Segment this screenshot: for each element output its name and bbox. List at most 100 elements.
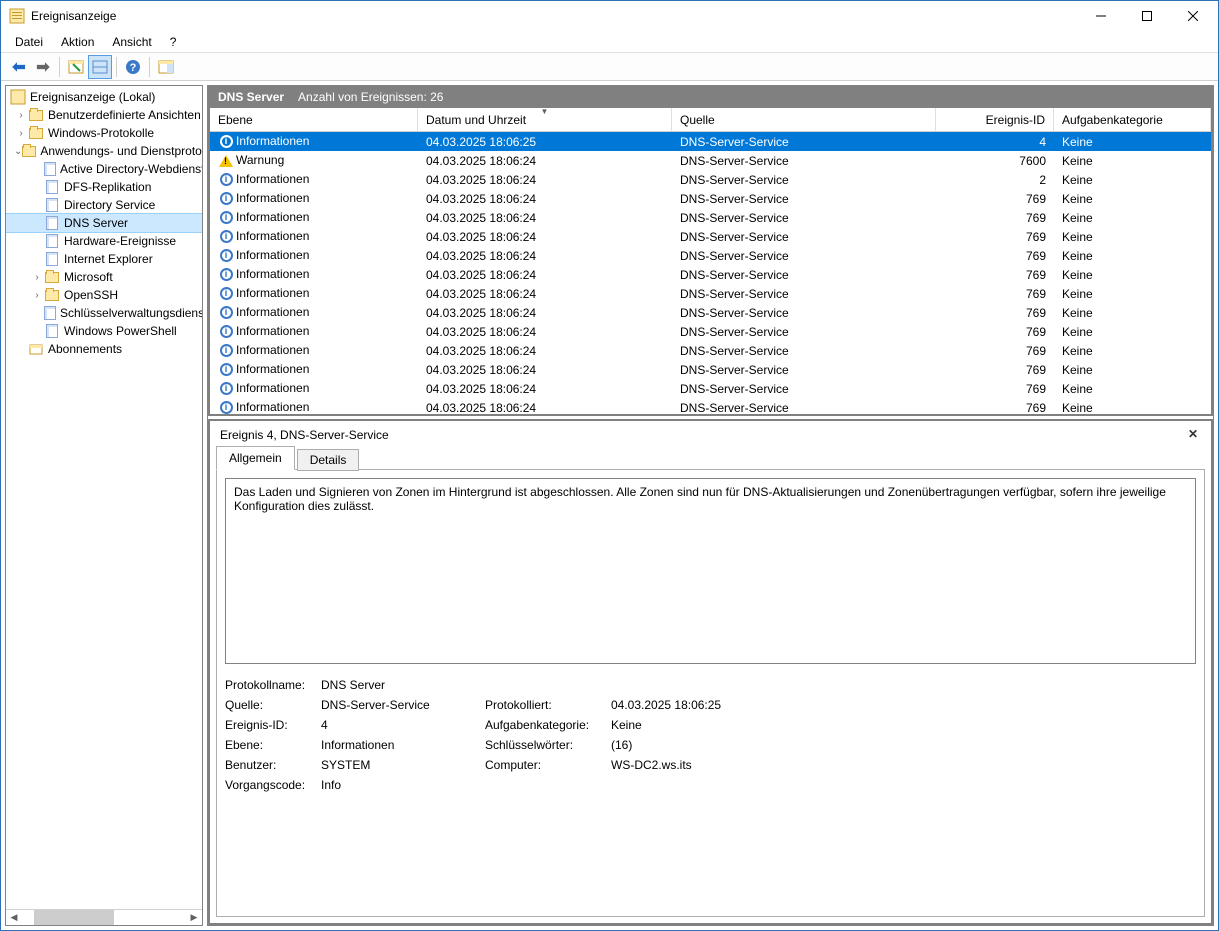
tree-openssh[interactable]: › OpenSSH (6, 286, 202, 304)
forward-button[interactable]: ➡ (31, 55, 55, 79)
event-row[interactable]: iInformationen04.03.2025 18:06:24DNS-Ser… (210, 170, 1211, 189)
event-row[interactable]: iInformationen04.03.2025 18:06:24DNS-Ser… (210, 246, 1211, 265)
event-row[interactable]: iInformationen04.03.2025 18:06:24DNS-Ser… (210, 284, 1211, 303)
id-cell: 769 (936, 382, 1054, 396)
tree-label: Internet Explorer (64, 252, 153, 266)
tree-app-services[interactable]: ⌄ Anwendungs- und Dienstprotokolle (6, 142, 202, 160)
back-button[interactable]: ⬅ (7, 55, 31, 79)
maximize-button[interactable] (1124, 1, 1170, 31)
scroll-right-icon[interactable]: ▶ (186, 910, 202, 925)
event-row[interactable]: iInformationen04.03.2025 18:06:24DNS-Ser… (210, 322, 1211, 341)
col-source[interactable]: Quelle (672, 108, 936, 131)
event-row[interactable]: iInformationen04.03.2025 18:06:24DNS-Ser… (210, 379, 1211, 398)
scroll-left-icon[interactable]: ◀ (6, 910, 22, 925)
expand-icon[interactable]: › (14, 110, 28, 121)
category-cell: Keine (1054, 230, 1211, 244)
level-text: Informationen (236, 191, 309, 205)
properties-button[interactable] (88, 55, 112, 79)
col-level[interactable]: Ebene (210, 108, 418, 131)
info-icon: i (218, 381, 234, 397)
category-cell: Keine (1054, 287, 1211, 301)
tree-dfs[interactable]: DFS-Replikation (6, 178, 202, 196)
expand-icon[interactable]: › (30, 272, 44, 283)
subscriptions-icon (28, 341, 44, 357)
tree-label: Directory Service (64, 198, 155, 212)
sidebar-scrollbar[interactable]: ◀ ▶ (6, 909, 202, 925)
tree-keymgmt[interactable]: Schlüsselverwaltungsdienst (6, 304, 202, 322)
level-text: Informationen (236, 381, 309, 395)
event-row[interactable]: Warnung04.03.2025 18:06:24DNS-Server-Ser… (210, 151, 1211, 170)
tree-label: Hardware-Ereignisse (64, 234, 176, 248)
event-row[interactable]: iInformationen04.03.2025 18:06:24DNS-Ser… (210, 398, 1211, 414)
log-icon (44, 323, 60, 339)
level-text: Warnung (236, 153, 284, 167)
log-icon (44, 215, 60, 231)
titlebar[interactable]: Ereignisanzeige (1, 1, 1218, 31)
info-icon: i (218, 191, 234, 207)
date-cell: 04.03.2025 18:06:24 (418, 249, 672, 263)
close-button[interactable] (1170, 1, 1216, 31)
val-taskcat: Keine (611, 718, 1196, 732)
id-cell: 7600 (936, 154, 1054, 168)
event-message[interactable]: Das Laden und Signieren von Zonen im Hin… (225, 478, 1196, 664)
show-hide-tree-button[interactable] (64, 55, 88, 79)
tree-ie[interactable]: Internet Explorer (6, 250, 202, 268)
event-row[interactable]: iInformationen04.03.2025 18:06:25DNS-Ser… (210, 132, 1211, 151)
event-row[interactable]: iInformationen04.03.2025 18:06:24DNS-Ser… (210, 265, 1211, 284)
tree-custom-views[interactable]: › Benutzerdefinierte Ansichten (6, 106, 202, 124)
expand-icon[interactable]: › (14, 128, 28, 139)
tab-general[interactable]: Allgemein (216, 446, 295, 470)
scroll-thumb[interactable] (34, 910, 114, 925)
info-icon: i (218, 267, 234, 283)
menu-action[interactable]: Aktion (53, 33, 102, 51)
sort-desc-icon: ▼ (541, 107, 549, 116)
col-eventid[interactable]: Ereignis-ID (936, 108, 1054, 131)
tree-windows-logs[interactable]: › Windows-Protokolle (6, 124, 202, 142)
date-cell: 04.03.2025 18:06:25 (418, 135, 672, 149)
app-icon (9, 8, 25, 24)
action-button[interactable] (154, 55, 178, 79)
tree-label: DFS-Replikation (64, 180, 151, 194)
tree-ad[interactable]: Active Directory-Webdienste (6, 160, 202, 178)
event-row[interactable]: iInformationen04.03.2025 18:06:24DNS-Ser… (210, 303, 1211, 322)
tree-hardware[interactable]: Hardware-Ereignisse (6, 232, 202, 250)
tab-details[interactable]: Details (297, 449, 360, 471)
arrow-left-icon: ⬅ (12, 57, 25, 77)
col-label: Ereignis-ID (986, 113, 1045, 127)
event-row[interactable]: iInformationen04.03.2025 18:06:24DNS-Ser… (210, 227, 1211, 246)
menu-file[interactable]: Datei (7, 33, 51, 51)
event-rows[interactable]: iInformationen04.03.2025 18:06:25DNS-Ser… (210, 132, 1211, 414)
minimize-button[interactable] (1078, 1, 1124, 31)
lbl-opcode: Vorgangscode: (225, 778, 317, 792)
tree-root[interactable]: Ereignisanzeige (Lokal) (6, 88, 202, 106)
id-cell: 2 (936, 173, 1054, 187)
tree-label: Active Directory-Webdienste (60, 162, 202, 176)
lbl-source: Quelle: (225, 698, 317, 712)
tree[interactable]: Ereignisanzeige (Lokal) › Benutzerdefini… (6, 86, 202, 909)
tree-label: OpenSSH (64, 288, 118, 302)
event-row[interactable]: iInformationen04.03.2025 18:06:24DNS-Ser… (210, 208, 1211, 227)
id-cell: 769 (936, 363, 1054, 377)
date-cell: 04.03.2025 18:06:24 (418, 211, 672, 225)
menu-help[interactable]: ? (162, 33, 185, 51)
collapse-icon[interactable]: ⌄ (14, 146, 22, 157)
tree-subscriptions[interactable]: Abonnements (6, 340, 202, 358)
tree-label: Abonnements (48, 342, 122, 356)
event-row[interactable]: iInformationen04.03.2025 18:06:24DNS-Ser… (210, 189, 1211, 208)
val-computer: WS-DC2.ws.its (611, 758, 1196, 772)
event-row[interactable]: iInformationen04.03.2025 18:06:24DNS-Ser… (210, 341, 1211, 360)
tree-ds[interactable]: Directory Service (6, 196, 202, 214)
menu-view[interactable]: Ansicht (104, 33, 159, 51)
col-date[interactable]: Datum und Uhrzeit▼ (418, 108, 672, 131)
id-cell: 769 (936, 211, 1054, 225)
col-category[interactable]: Aufgabenkategorie (1054, 108, 1211, 131)
tree-powershell[interactable]: Windows PowerShell (6, 322, 202, 340)
detail-close-button[interactable]: ✕ (1185, 427, 1201, 443)
event-row[interactable]: iInformationen04.03.2025 18:06:24DNS-Ser… (210, 360, 1211, 379)
tree-microsoft[interactable]: ›Microsoft (6, 268, 202, 286)
help-button[interactable]: ? (121, 55, 145, 79)
date-cell: 04.03.2025 18:06:24 (418, 344, 672, 358)
expand-icon[interactable]: › (30, 290, 44, 301)
lbl-computer: Computer: (485, 758, 607, 772)
tree-dns-server[interactable]: DNS Server (6, 214, 202, 232)
